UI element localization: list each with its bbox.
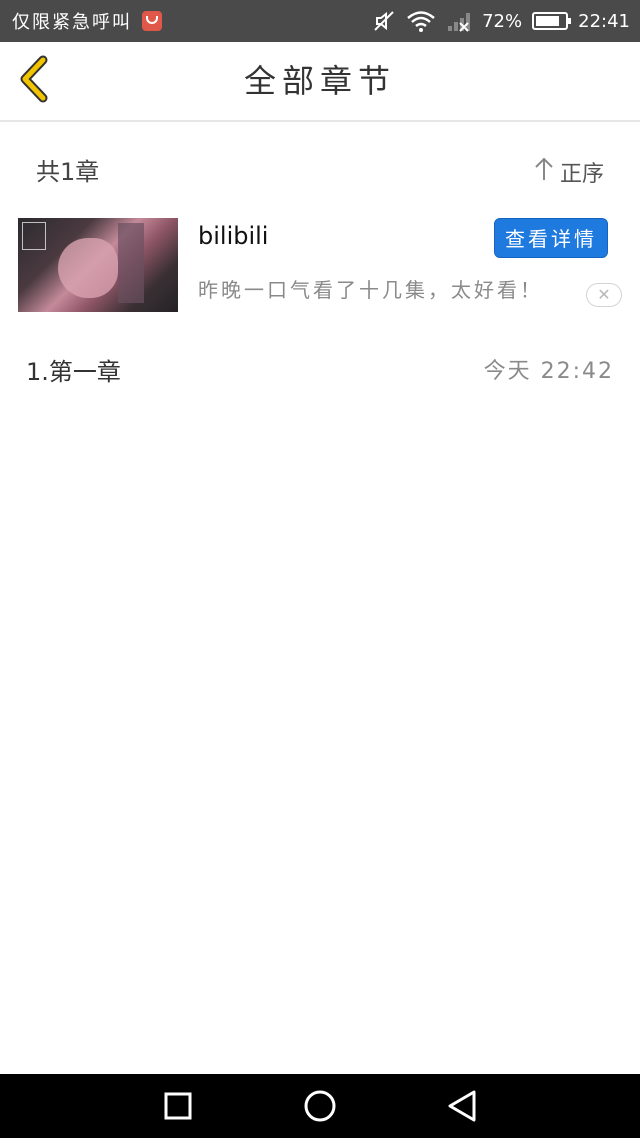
chapter-count: 共1章 <box>36 158 100 186</box>
nav-header: 全部章节 <box>0 42 640 122</box>
wifi-icon <box>406 10 436 32</box>
signal-icon <box>446 10 472 32</box>
message-icon <box>142 11 162 31</box>
thumbnail-figure-secondary <box>118 223 144 303</box>
thumbnail-figure <box>58 238 118 298</box>
status-bar: 仅限紧急呼叫 72% 22:41 <box>0 0 640 42</box>
sort-order-button[interactable]: 正序 <box>534 150 604 194</box>
status-right: 72% 22:41 <box>372 0 630 42</box>
square-icon[interactable] <box>160 1088 196 1124</box>
battery-fill <box>536 16 560 26</box>
chapter-count-row: 共1章 正序 <box>0 150 640 194</box>
page-title: 全部章节 <box>243 62 396 100</box>
battery-icon <box>532 12 572 30</box>
ad-name: bilibili <box>198 222 269 250</box>
carrier-text: 仅限紧急呼叫 <box>12 12 132 33</box>
chapter-title: 1.第一章 <box>26 358 121 386</box>
battery-percent: 72% <box>482 10 523 32</box>
sort-order-label: 正序 <box>559 162 604 187</box>
screen: 仅限紧急呼叫 72% 22:41 全部章节 共1章 正序 bilibili 查看… <box>0 0 640 1138</box>
chapter-item[interactable]: 1.第一章 今天 22:42 <box>0 350 640 394</box>
mute-icon <box>372 9 396 33</box>
status-left: 仅限紧急呼叫 <box>12 0 162 42</box>
thumbnail-tag <box>22 222 46 250</box>
system-nav-bar <box>0 1074 640 1138</box>
triangle-back-icon[interactable] <box>444 1088 480 1124</box>
status-time: 22:41 <box>578 10 630 32</box>
view-details-button[interactable]: 查看详情 <box>494 218 608 258</box>
chapter-time: 今天 22:42 <box>483 359 614 384</box>
ad-banner[interactable]: bilibili 查看详情 昨晚一口气看了十几集，太好看！ ✕ <box>18 216 626 314</box>
circle-icon[interactable] <box>302 1088 338 1124</box>
arrow-up-icon <box>534 156 554 188</box>
ad-description: 昨晚一口气看了十几集，太好看！ <box>198 278 543 302</box>
ad-thumbnail[interactable] <box>18 218 178 312</box>
close-icon[interactable]: ✕ <box>586 283 622 307</box>
